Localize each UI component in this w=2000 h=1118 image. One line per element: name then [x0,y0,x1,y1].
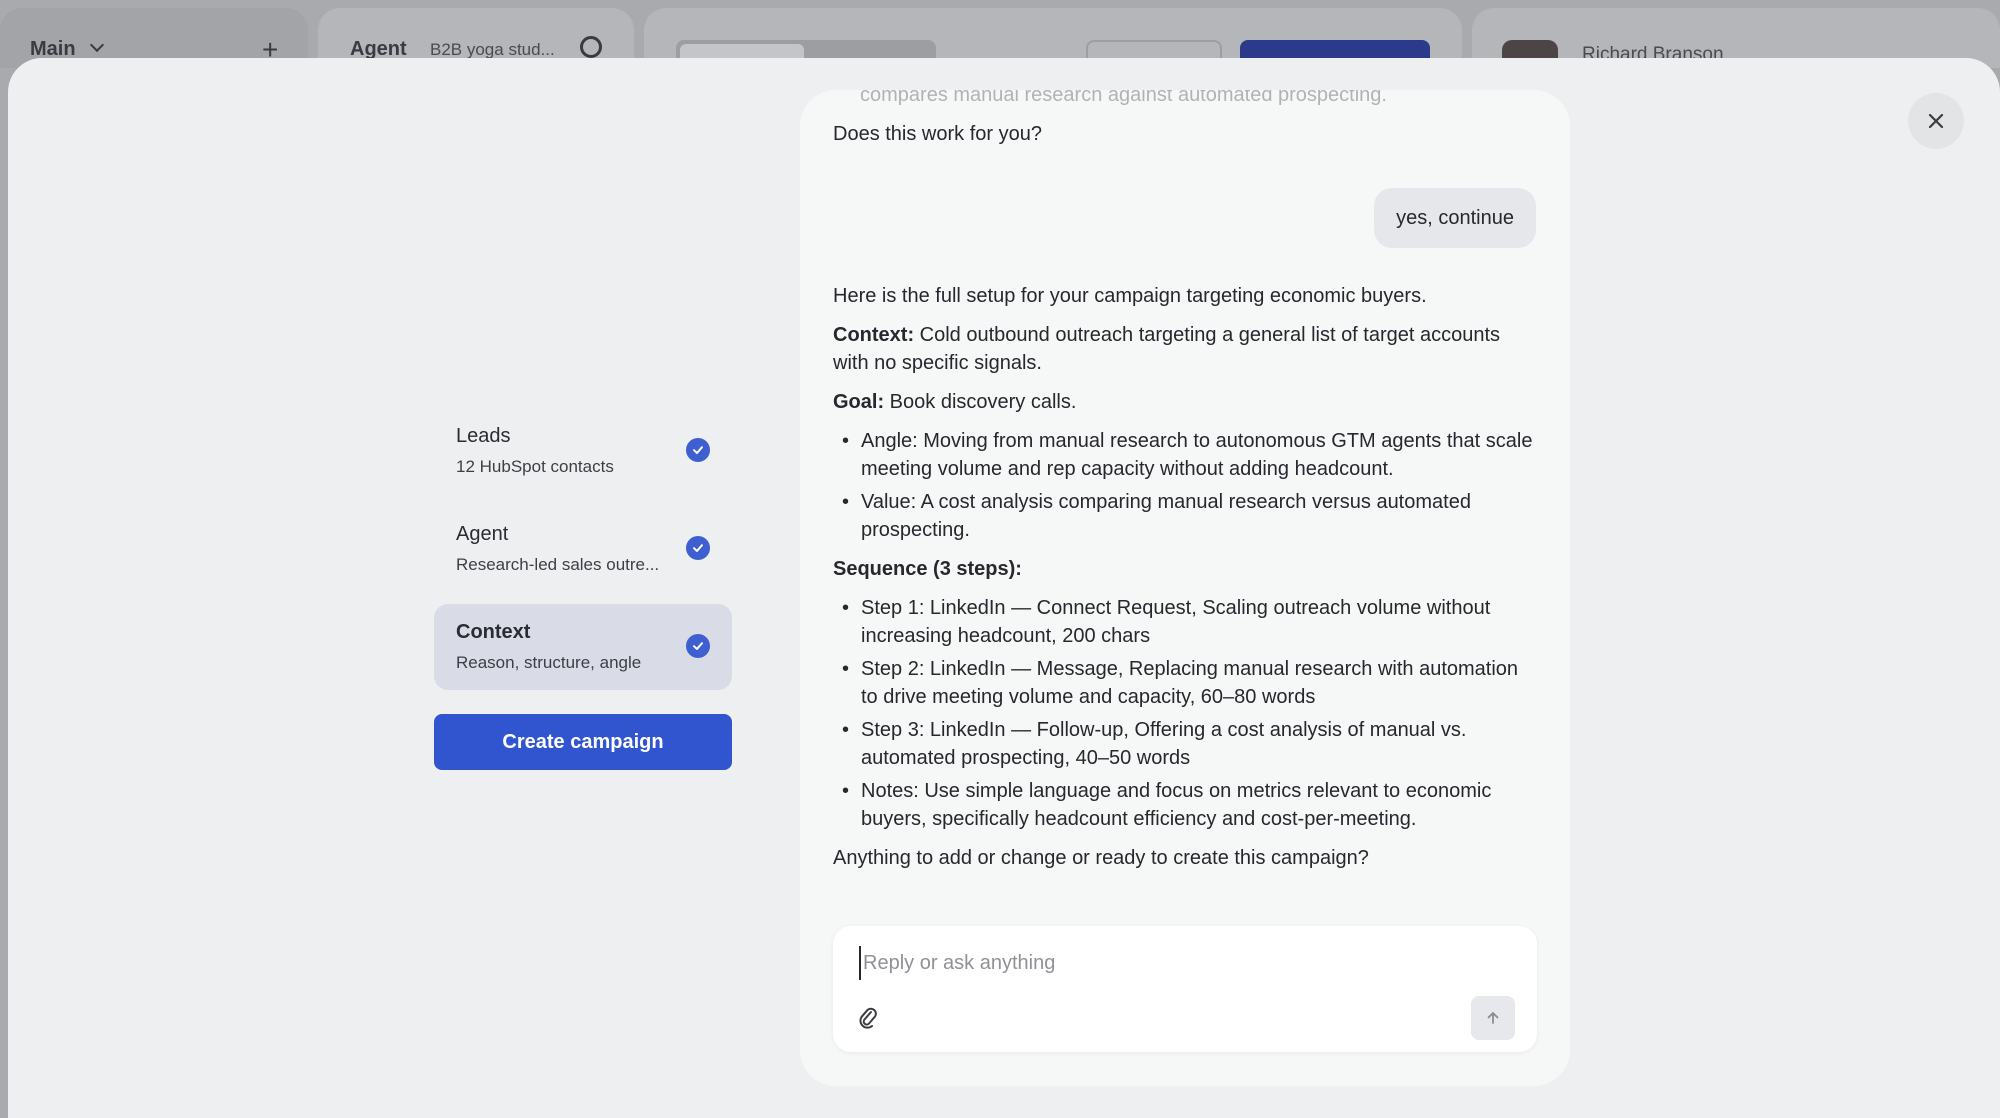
goal-label: Goal: [833,391,885,413]
list-item: Angle: Moving from manual research to au… [833,427,1539,483]
step-leads[interactable]: Leads 12 HubSpot contacts [434,408,732,494]
sequence-bullets: Step 1: LinkedIn — Connect Request, Scal… [833,594,1539,833]
list-item: Step 1: LinkedIn — Connect Request, Scal… [833,594,1539,650]
list-item: Notes: Use simple language and focus on … [833,777,1539,833]
previous-message-tail: compares manual research against automat… [860,90,1387,106]
step-title: Context [456,621,531,643]
gear-icon [580,36,602,58]
message-composer [833,926,1537,1052]
close-icon [1928,113,1944,129]
arrow-up-icon [1487,1012,1499,1024]
step-agent[interactable]: Agent Research-led sales outre... [434,506,732,592]
sequence-label: Sequence (3 steps): [833,558,1022,580]
check-icon [686,438,710,462]
chat-messages[interactable]: compares manual research against automat… [800,90,1570,890]
step-title: Leads [456,425,511,447]
create-campaign-button[interactable]: Create campaign [434,714,732,770]
bg-agent-subtitle: B2B yoga stud... [430,40,555,59]
close-button[interactable] [1908,93,1964,149]
assistant-reply: Here is the full setup for your campaign… [833,282,1539,883]
paperclip-icon[interactable] [857,1006,879,1030]
context-label: Context: [833,324,915,346]
context-text: Cold outbound outreach targeting a gener… [833,324,1501,374]
reply-closing: Anything to add or change or ready to cr… [833,847,1369,869]
setup-steps: Leads 12 HubSpot contacts Agent Research… [434,408,732,770]
chat-panel: compares manual research against automat… [800,90,1570,1086]
reply-context: Context: Cold outbound outreach targetin… [833,321,1539,377]
step-title: Agent [456,523,509,545]
goal-bullets: Angle: Moving from manual research to au… [833,427,1539,544]
user-message-bubble: yes, continue [1374,188,1536,248]
check-icon [686,634,710,658]
step-subtitle: Reason, structure, angle [456,653,642,672]
check-icon [686,536,710,560]
step-subtitle: Research-led sales outre... [456,555,660,574]
assistant-question: Does this work for you? [833,123,1042,145]
reply-input[interactable] [859,946,1459,980]
send-button[interactable] [1471,996,1515,1040]
list-item: Step 3: LinkedIn — Follow-up, Offering a… [833,716,1539,772]
step-subtitle: 12 HubSpot contacts [456,457,614,476]
step-context[interactable]: Context Reason, structure, angle [434,604,732,690]
goal-text: Book discovery calls. [884,391,1077,413]
reply-sequence: Sequence (3 steps): [833,555,1539,583]
list-item: Value: A cost analysis comparing manual … [833,488,1539,544]
reply-goal: Goal: Book discovery calls. [833,388,1539,416]
reply-intro: Here is the full setup for your campaign… [833,285,1427,307]
list-item: Step 2: LinkedIn — Message, Replacing ma… [833,655,1539,711]
